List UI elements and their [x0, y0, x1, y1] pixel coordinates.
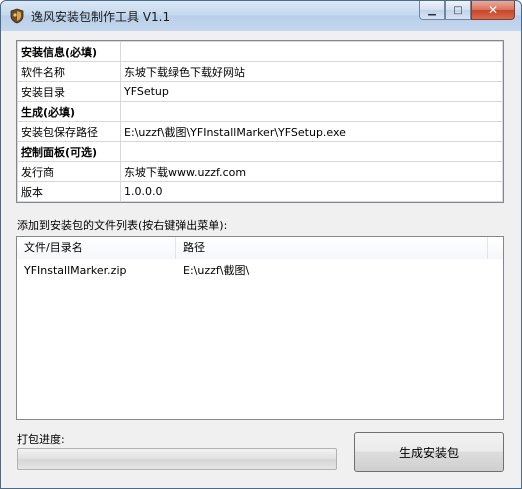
app-window: 逸风安装包制作工具 V1.1 ▁ □ ✕ 安装信息(必填) 软件名称 东坡下载绿色下… [0, 0, 522, 489]
property-value[interactable]: 东坡下载绿色下载好网站 [120, 61, 503, 82]
property-name: 软件名称 [17, 61, 121, 82]
minimize-button[interactable]: ▁ [419, 1, 445, 20]
property-value[interactable]: YFSetup [120, 81, 503, 102]
column-header-path[interactable]: 路径 [176, 237, 488, 259]
section-title: 控制面板(可选) [17, 141, 121, 162]
build-package-button[interactable]: 生成安装包 [354, 432, 504, 472]
property-value [120, 101, 503, 122]
title-bar[interactable]: 逸风安装包制作工具 V1.1 ▁ □ ✕ [1, 1, 521, 31]
property-value[interactable]: E:\uzzf\截图\YFInstallMarker\YFSetup.exe [120, 121, 503, 142]
file-list-item[interactable]: YFInstallMarker.zip E:\uzzf\截图\ [17, 261, 503, 281]
property-value [120, 41, 503, 62]
property-value[interactable]: 1.0.0.0 [120, 181, 503, 202]
close-icon: ✕ [487, 3, 499, 17]
section-row[interactable]: 控制面板(可选) [17, 141, 503, 162]
property-row[interactable]: 版本 1.0.0.0 [17, 181, 503, 202]
settings-grid[interactable]: 安装信息(必填) 软件名称 东坡下载绿色下载好网站 安装目录 YFSetup 生成(必填)… [16, 40, 504, 203]
property-value [120, 141, 503, 162]
column-header-name[interactable]: 文件/目录名 [17, 237, 176, 259]
property-row[interactable]: 安装目录 YFSetup [17, 81, 503, 102]
progress-label: 打包进度: [17, 433, 65, 446]
column-header-filler [488, 237, 503, 259]
file-list-label: 添加到安装包的文件列表(按右键弹出菜单): [17, 219, 228, 232]
file-path-cell: E:\uzzf\截图\ [183, 264, 250, 277]
property-value[interactable]: 东坡下载www.uzzf.com [120, 161, 503, 182]
progress-bar [17, 448, 337, 470]
maximize-icon: □ [453, 4, 463, 16]
file-name-cell: YFInstallMarker.zip [24, 264, 127, 277]
close-button[interactable]: ✕ [471, 1, 515, 20]
property-row[interactable]: 安装包保存路径 E:\uzzf\截图\YFInstallMarker\YFSetu… [17, 121, 503, 142]
caption-buttons: ▁ □ ✕ [419, 1, 515, 21]
property-name: 版本 [17, 181, 121, 202]
minimize-icon: ▁ [428, 4, 436, 16]
property-row[interactable]: 发行商 东坡下载www.uzzf.com [17, 161, 503, 182]
maximize-button[interactable]: □ [445, 1, 471, 20]
section-row[interactable]: 安装信息(必填) [17, 41, 503, 62]
file-list[interactable]: 文件/目录名 路径 YFInstallMarker.zip E:\uzzf\截图… [16, 236, 504, 420]
property-row[interactable]: 软件名称 东坡下载绿色下载好网站 [17, 61, 503, 82]
file-list-header: 文件/目录名 路径 [17, 237, 503, 259]
property-name: 安装目录 [17, 81, 121, 102]
property-name: 安装包保存路径 [17, 121, 121, 142]
section-title: 生成(必填) [17, 101, 121, 122]
window-title: 逸风安装包制作工具 V1.1 [31, 10, 171, 24]
section-row[interactable]: 生成(必填) [17, 101, 503, 122]
section-title: 安装信息(必填) [17, 41, 121, 62]
app-shield-icon [10, 8, 24, 24]
property-name: 发行商 [17, 161, 121, 182]
